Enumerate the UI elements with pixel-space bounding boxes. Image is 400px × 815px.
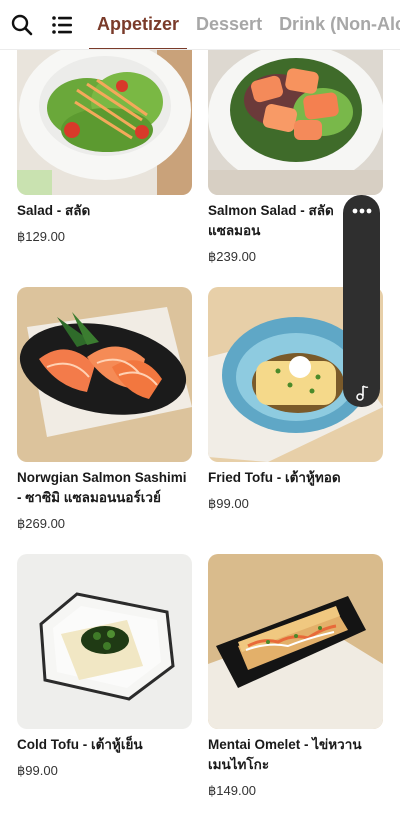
menu-item-price: ฿99.00 <box>17 763 58 778</box>
menu-item-price: ฿129.00 <box>17 229 66 244</box>
menu-item-name: Mentai Omelet - ไข่หวานเมนไทโกะ <box>208 737 362 772</box>
menu-item-image[interactable] <box>208 554 383 729</box>
menu-item-card[interactable]: Cold Tofu - เต้าหู้เย็น ฿99.00 <box>17 554 192 780</box>
menu-item-card[interactable]: Norwgian Salmon Sashimi - ซาซิมิ แซลมอนน… <box>17 287 192 533</box>
menu-item-name: Salad - สลัด <box>17 203 91 218</box>
menu-item-name: Fried Tofu - เต้าหู้ทอด <box>208 470 341 485</box>
list-menu-icon[interactable] <box>50 13 74 37</box>
menu-item-price: ฿269.00 <box>17 516 66 531</box>
menu-item-price: ฿149.00 <box>208 783 257 798</box>
tab-drink-non-alcoholic[interactable]: Drink (Non-Alc <box>279 0 400 49</box>
menu-item-name: Norwgian Salmon Sashimi - ซาซิมิ แซลมอนน… <box>17 470 187 505</box>
tab-appetizer[interactable]: Appetizer <box>88 0 188 49</box>
menu-item-card[interactable]: Mentai Omelet - ไข่หวานเมนไทโกะ ฿149.00 <box>208 554 383 800</box>
menu-item-price: ฿99.00 <box>208 496 249 511</box>
category-tabs: Appetizer Dessert Drink (Non-Alc <box>88 0 400 49</box>
menu-item-image[interactable] <box>17 287 192 462</box>
tab-dessert[interactable]: Dessert <box>196 0 262 49</box>
menu-item-name: Cold Tofu - เต้าหู้เย็น <box>17 737 143 752</box>
search-icon[interactable] <box>10 13 34 37</box>
menu-item-image[interactable] <box>17 554 192 729</box>
menu-item-card[interactable]: Salad - สลัด ฿129.00 <box>17 20 192 246</box>
floating-widget[interactable] <box>343 195 380 407</box>
top-bar: Appetizer Dessert Drink (Non-Alc <box>0 0 400 50</box>
music-note-icon[interactable] <box>354 385 370 401</box>
more-dots-icon[interactable] <box>352 208 372 214</box>
